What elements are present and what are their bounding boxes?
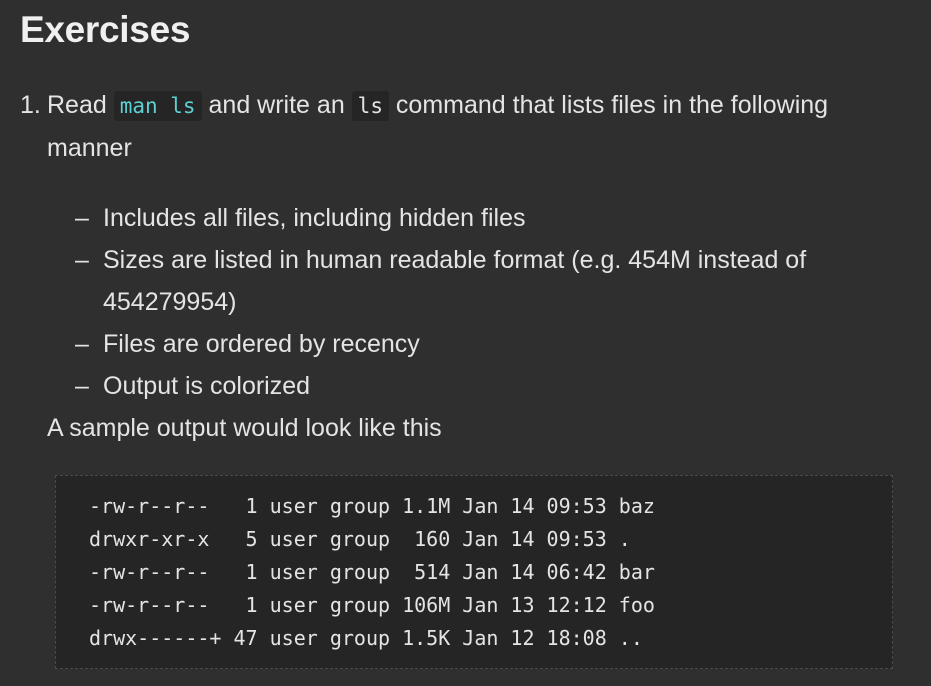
dash-bullet-icon: – [75, 372, 89, 400]
requirements-list: – Includes all files, including hidden fi… [47, 197, 900, 407]
sample-intro: A sample output would look like this [47, 414, 442, 442]
exercise-item-1: 1. Read man ls and write an ls command t… [20, 84, 900, 449]
list-item-text: Includes all files, including hidden fil… [103, 204, 526, 232]
code-line: -rw-r--r-- 1 user group 106M Jan 13 12:1… [89, 593, 655, 617]
sample-output-code-block: -rw-r--r-- 1 user group 1.1M Jan 14 09:5… [55, 475, 893, 669]
dash-bullet-icon: – [75, 330, 89, 358]
list-item: – Sizes are listed in human readable form… [75, 239, 900, 323]
code-line: drwxr-xr-x 5 user group 160 Jan 14 09:53… [89, 527, 631, 551]
prompt-text-before: Read [47, 91, 114, 119]
list-item: – Files are ordered by recency [75, 323, 900, 365]
inline-code-man-ls: man ls [113, 91, 202, 121]
page-title: Exercises [20, 9, 191, 50]
dash-bullet-icon: – [75, 246, 89, 274]
list-item-text: Files are ordered by recency [103, 330, 420, 358]
dash-bullet-icon: – [75, 204, 89, 232]
exercise-prompt: Read man ls and write an ls command that… [47, 84, 900, 169]
list-item: – Includes all files, including hidden fi… [75, 197, 900, 239]
inline-code-ls: ls [351, 91, 389, 121]
list-item-text: Sizes are listed in human readable forma… [103, 246, 807, 316]
prompt-text-middle: and write an [201, 91, 352, 119]
list-item-text: Output is colorized [103, 372, 311, 400]
exercise-body: Read man ls and write an ls command that… [47, 84, 900, 449]
code-line: -rw-r--r-- 1 user group 514 Jan 14 06:42… [89, 560, 655, 584]
list-item: – Output is colorized [75, 365, 900, 407]
code-line: -rw-r--r-- 1 user group 1.1M Jan 14 09:5… [89, 494, 655, 518]
code-line: drwx------+ 47 user group 1.5K Jan 12 18… [89, 626, 643, 650]
exercise-number: 1. [20, 91, 41, 119]
